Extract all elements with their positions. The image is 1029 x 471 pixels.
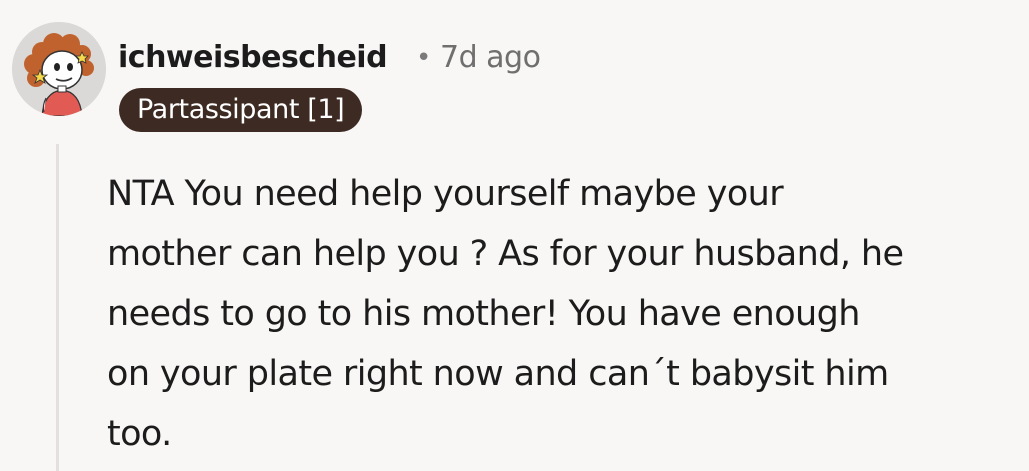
comment: ichweisbescheid • 7d ago Partassipant [1… — [0, 0, 1029, 471]
avatar[interactable] — [12, 22, 106, 116]
comment-body-line: mother can help you ? As for your husban… — [107, 234, 904, 274]
cartoon-avatar-icon — [12, 22, 106, 116]
meta-separator: • — [416, 43, 432, 73]
comment-body: NTA You need help yourself maybe your mo… — [107, 164, 1007, 464]
comment-body-line: on your plate right now and can´t babysi… — [107, 354, 889, 394]
comment-timestamp[interactable]: 7d ago — [440, 38, 541, 78]
comment-body-line: NTA You need help yourself maybe your — [107, 174, 784, 214]
user-flair-badge: Partassipant [1] — [119, 88, 363, 132]
author-username[interactable]: ichweisbescheid — [118, 38, 388, 78]
comment-body-line: too. — [107, 414, 172, 454]
thread-line[interactable] — [56, 144, 59, 471]
comment-body-line: needs to go to his mother! You have enou… — [107, 294, 860, 334]
